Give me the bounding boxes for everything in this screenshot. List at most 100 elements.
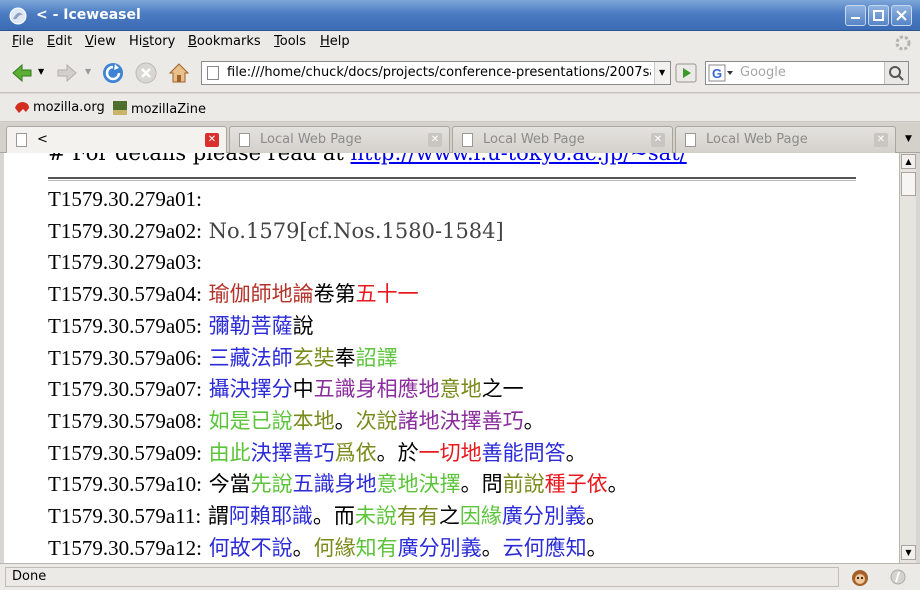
document-icon [239,133,250,147]
menu-help[interactable]: Help [320,34,350,49]
close-tab-button[interactable]: ✕ [874,133,888,147]
search-engine-selector[interactable]: G [708,64,734,82]
navigation-toolbar: ▼ ▼ file:///home/chuck/docs/projects/con… [0,53,920,93]
text-line: T1579.30.279a02: No.1579[cf.Nos.1580-158… [48,216,504,246]
window-title: < - Iceweasel [36,7,141,23]
iceweasel-icon [9,7,27,25]
tab-local-web-page[interactable]: Local Web Page ✕ [229,126,450,153]
scroll-thumb[interactable] [901,172,916,196]
close-tab-button[interactable]: ✕ [651,133,665,147]
menu-view-accel: V [85,34,94,49]
text-segment: 廣分別義 [501,504,586,528]
scroll-down-button[interactable]: ▼ [901,545,916,560]
maximize-button[interactable] [868,5,889,26]
text-segment: 因緣 [459,504,502,528]
stop-button[interactable] [134,61,158,85]
text-segment: 阿賴耶識 [228,504,313,528]
text-segment: 決擇善巧 [250,440,335,465]
text-line: T1579.30.579a08: 如是已說本地。次說諸地決擇善巧。 [48,406,545,436]
bookmark-mozillazine[interactable]: mozillaZine [112,100,206,117]
text-line: T1579.30.579a06: 三藏法師玄奘奉詔譯 [48,343,398,373]
back-button[interactable] [10,61,34,85]
text-segment: 有有 [396,504,439,528]
text-line: T1579.30.579a07: 攝決擇分中五識身相應地意地之一 [48,374,524,404]
security-icon[interactable] [888,567,908,587]
menu-tools[interactable]: Tools [274,34,306,49]
tab-current[interactable]: < ✕ [6,126,227,154]
line-id: T1579.30.579a08: [48,408,202,433]
minimize-icon [851,17,860,19]
reload-button[interactable] [101,61,125,85]
page-icon [207,66,219,80]
text-segment: 五識身地 [292,472,377,497]
menu-history[interactable]: History [129,34,175,49]
text-segment: 廣分別義 [397,535,482,560]
text-segment: 未說 [354,504,397,528]
menu-history-label: tory [149,34,176,49]
search-go-button[interactable] [884,62,908,84]
forward-button[interactable] [55,61,79,85]
bookmark-mozilla-org[interactable]: mozilla.org [14,100,105,115]
search-placeholder: Google [740,65,786,80]
url-bar[interactable]: file:///home/chuck/docs/projects/confere… [201,61,671,85]
url-dropdown-button[interactable]: ▼ [654,62,670,84]
bookmark-label: mozilla.org [33,100,105,115]
forward-history-dropdown[interactable]: ▼ [85,67,91,76]
line-id: T1579.30.279a03: [48,250,202,275]
text-segment: 攝決擇分 [201,377,293,402]
monkey-icon[interactable] [850,567,870,587]
text-segment: 云何應知 [502,535,587,560]
text-segment: 。問 [460,472,503,497]
text-segment: 中 [292,377,314,402]
menu-edit-accel: E [47,34,56,49]
text-segment: 種子依 [544,472,608,497]
line-id: T1579.30.579a06: [48,345,202,370]
text-segment: 。 [292,535,314,560]
line-id: T1579.30.579a11: [48,504,202,528]
tab-local-web-page[interactable]: Local Web Page ✕ [452,126,673,153]
text-line: T1579.30.579a05: 彌勒菩薩說 [48,311,314,341]
menu-tools-label: ools [279,34,307,49]
details-link[interactable]: http://www.l.u-tokyo.ac.jp/~sat/ [351,153,687,165]
text-segment: 詔譯 [355,345,398,370]
text-segment: 說 [292,313,314,338]
text-segment: 謂 [201,504,229,528]
menu-view[interactable]: View [85,34,116,49]
text-segment: 由此 [201,440,251,465]
bookmark-label: mozillaZine [131,102,206,117]
text-segment: 何故不說 [201,535,293,560]
tab-label: Local Web Page [706,132,808,147]
text-segment: 。 [607,472,629,497]
menu-bookmarks[interactable]: Bookmarks [188,34,261,49]
text-line: T1579.30.579a11: 謂阿賴耶識。而未說有有之因緣廣分別義。 [48,501,607,531]
minimize-button[interactable] [845,5,866,26]
back-history-dropdown[interactable]: ▼ [38,67,44,76]
menu-file-label: ile [18,34,34,49]
search-box[interactable]: G Google [705,61,909,85]
menu-edit[interactable]: Edit [47,34,72,49]
all-tabs-button[interactable]: ▼ [899,126,918,152]
go-button[interactable] [674,61,698,85]
text-segment: 五識身相應地 [313,377,440,402]
text-segment: 一切地 [418,440,482,465]
line-id: T1579.30.579a07: [48,377,202,402]
text-segment: 。 [334,408,356,433]
home-button[interactable] [167,61,191,85]
text-segment: 彌勒菩薩 [201,313,293,338]
menu-file[interactable]: File [12,34,34,49]
mozilla-icon [15,102,29,113]
close-tab-button[interactable]: ✕ [205,133,219,147]
text-segment: 。而 [312,504,355,528]
mozillazine-icon [113,101,127,115]
scroll-up-button[interactable]: ▲ [901,154,916,169]
search-icon [889,66,904,81]
close-tab-button[interactable]: ✕ [428,133,442,147]
text-segment: 如是已說 [201,408,293,433]
menu-help-accel: H [320,34,330,49]
text-line: T1579.30.579a12: 何故不說。何緣知有廣分別義。云何應知。 [48,533,608,563]
text-segment: 三藏法師 [201,345,293,370]
text-segment: 何緣 [313,535,356,560]
close-window-button[interactable] [891,5,912,26]
tab-local-web-page[interactable]: Local Web Page ✕ [675,126,896,153]
vertical-scrollbar[interactable]: ▲ ▼ [899,153,916,563]
